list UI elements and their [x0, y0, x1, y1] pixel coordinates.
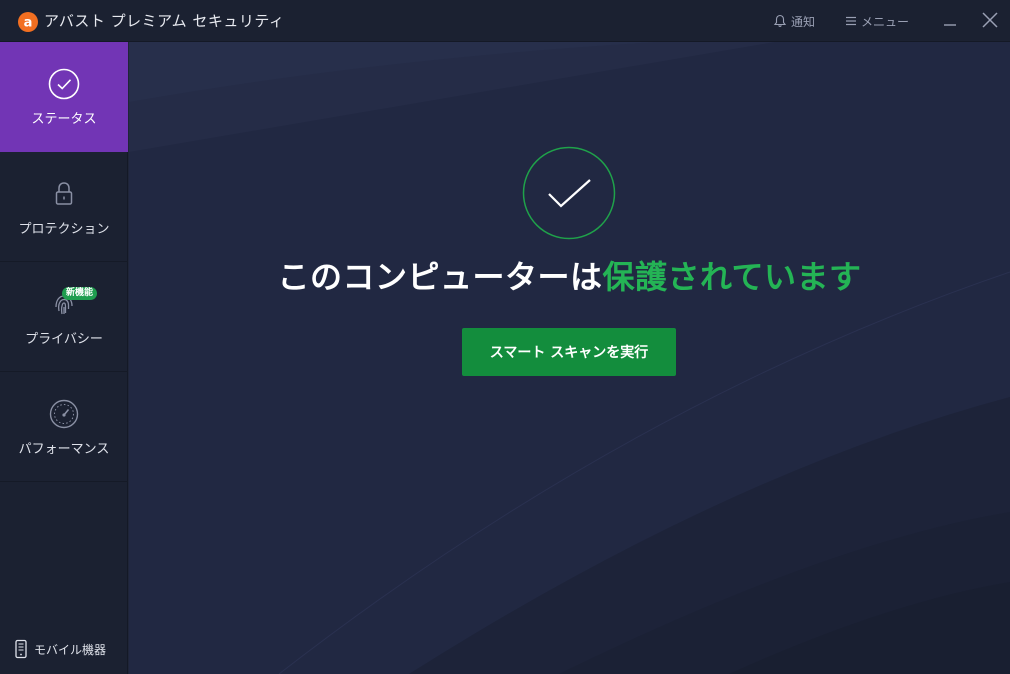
sidebar: ステータス プロテクション 新機能 プライバシー パフォーマンス モバイル機器 — [0, 42, 128, 674]
new-feature-badge: 新機能 — [62, 287, 98, 300]
sidebar-item-label: ステータス — [31, 112, 97, 127]
svg-text:a: a — [24, 16, 33, 31]
menu-button[interactable]: メニュー — [845, 12, 909, 30]
protected-check-icon — [522, 146, 616, 240]
sidebar-item-protection[interactable]: プロテクション — [0, 152, 128, 262]
title-bar: a アバスト プレミアム セキュリティ 通知 メニュー — [0, 0, 1010, 42]
status-headline-state: 保護されています — [602, 258, 862, 296]
minimize-button[interactable] — [942, 8, 958, 30]
menu-label: メニュー — [861, 14, 910, 29]
hamburger-icon — [846, 16, 856, 26]
mobile-devices-label: モバイル機器 — [34, 642, 107, 657]
status-headline: このコンピューターは保護されています — [129, 252, 1010, 298]
check-circle-icon — [48, 68, 80, 100]
lock-icon — [55, 182, 73, 205]
sidebar-item-label: パフォーマンス — [18, 442, 110, 457]
smartphone-icon — [15, 639, 27, 659]
notifications-button[interactable]: 通知 — [773, 12, 815, 30]
status-headline-prefix: このコンピューターは — [277, 258, 603, 296]
main-panel: このコンピューターは保護されています スマート スキャンを実行 — [129, 42, 1010, 674]
close-button[interactable] — [980, 10, 1000, 30]
sidebar-item-privacy[interactable]: 新機能 プライバシー — [0, 262, 128, 372]
sidebar-item-label: プロテクション — [18, 222, 110, 237]
notifications-label: 通知 — [791, 14, 816, 29]
sidebar-item-status[interactable]: ステータス — [0, 42, 128, 152]
speedometer-icon — [49, 399, 79, 429]
avast-logo-icon: a — [18, 12, 38, 32]
smart-scan-button[interactable]: スマート スキャンを実行 — [462, 328, 676, 376]
sidebar-item-performance[interactable]: パフォーマンス — [0, 372, 128, 482]
sidebar-item-label: プライバシー — [25, 332, 103, 347]
app-title: アバスト プレミアム セキュリティ — [44, 12, 285, 30]
bell-icon — [773, 14, 787, 27]
mobile-devices-link[interactable]: モバイル機器 — [14, 639, 106, 659]
